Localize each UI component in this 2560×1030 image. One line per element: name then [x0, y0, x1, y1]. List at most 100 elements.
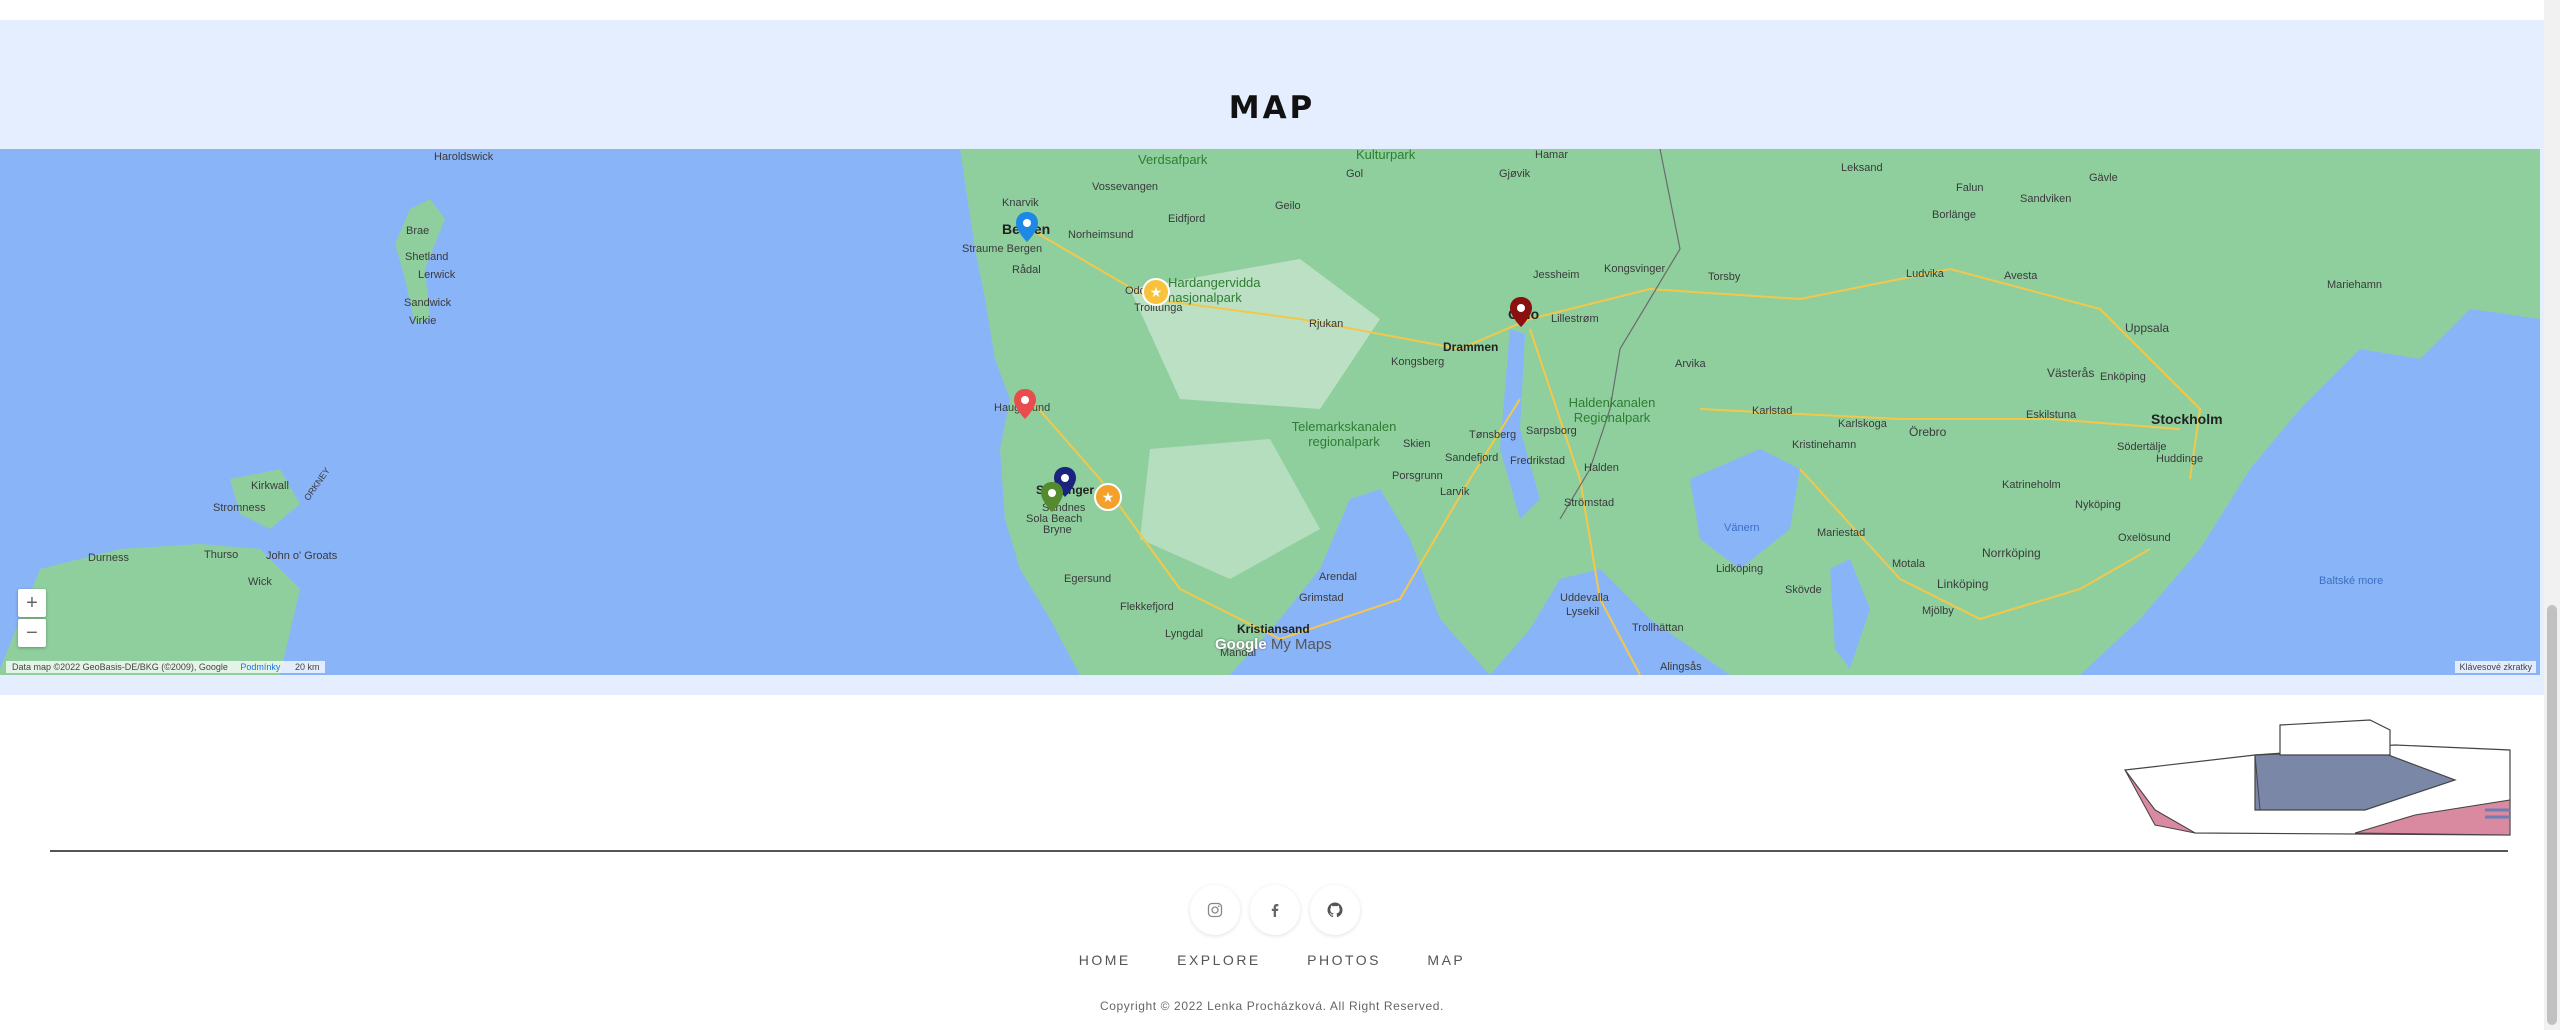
instagram-icon [1207, 902, 1223, 918]
place-label: Haroldswick [434, 151, 494, 163]
place-label: Rjukan [1309, 318, 1344, 330]
boat-illustration [2123, 719, 2511, 836]
hiking-marker[interactable]: ★ [1142, 278, 1170, 306]
place-label: Lillestrøm [1551, 313, 1599, 325]
nav-explore[interactable]: EXPLORE [1177, 952, 1261, 968]
scale-label: 20 km [294, 662, 320, 672]
footer-divider [50, 850, 2508, 852]
instagram-link[interactable] [1190, 885, 1240, 935]
place-label: Telemarkskanalen regionalpark [1291, 419, 1397, 449]
google-logo: Google [1215, 636, 1267, 653]
footer-nav: HOME EXPLORE PHOTOS MAP [0, 952, 2544, 968]
nav-map[interactable]: MAP [1427, 952, 1465, 968]
place-label: Haldenkanalen Regionalpark [1568, 395, 1656, 425]
place-label: Grimstad [1299, 592, 1344, 604]
place-label: Enköping [2100, 371, 2146, 383]
place-label: Porsgrunn [1392, 470, 1443, 482]
place-label: Kulturpark [1356, 149, 1416, 162]
facebook-icon [1271, 904, 1279, 917]
my-maps-branding: Google My Maps [1215, 636, 1332, 653]
place-label: Mariestad [1817, 527, 1866, 539]
place-label: Larvik [1440, 486, 1470, 498]
place-label: Norheimsund [1068, 229, 1134, 241]
place-label: Lyngdal [1165, 628, 1204, 640]
scrollbar-thumb[interactable] [2547, 605, 2557, 1025]
nav-home[interactable]: HOME [1079, 952, 1131, 968]
place-label: Kristiansand [1237, 622, 1310, 636]
place-label: Falun [1956, 182, 1984, 194]
place-label: Gävle [2089, 172, 2118, 184]
place-label: Eidfjord [1168, 213, 1206, 225]
place-label: Brae [406, 225, 430, 237]
place-label: Lysekil [1566, 606, 1600, 618]
place-label: Skövde [1785, 584, 1822, 596]
place-label: Uppsala [2125, 321, 2170, 335]
place-label: Kristinehamn [1792, 439, 1857, 451]
hiking-marker[interactable]: ★ [1094, 483, 1122, 511]
map-pin[interactable] [1510, 297, 1532, 327]
place-label: Skien [1403, 438, 1431, 450]
facebook-link[interactable] [1250, 885, 1300, 935]
place-label: Torsby [1708, 271, 1741, 283]
place-label: Stockholm [2151, 411, 2223, 427]
place-label: Motala [1892, 558, 1926, 570]
place-label: Gol [1346, 168, 1364, 180]
place-label: Arvika [1675, 358, 1706, 370]
place-label: Nyköping [2075, 499, 2121, 511]
map-attribution: Data map ©2022 GeoBasis-DE/BKG (©2009), … [6, 661, 326, 673]
place-label: Kongsberg [1391, 356, 1445, 368]
place-label: Ludvika [1906, 268, 1944, 280]
zoom-in-button[interactable]: + [18, 589, 46, 617]
copyright-text: Copyright © 2022 Lenka Procházková. All … [1099, 999, 1444, 1013]
place-label: Geilo [1275, 200, 1301, 212]
github-icon [1327, 902, 1343, 918]
place-label: Virkie [409, 315, 437, 327]
place-label: Kirkwall [251, 480, 289, 492]
top-bar [0, 0, 2544, 20]
place-label: Leksand [1841, 162, 1883, 174]
place-label: Sandefjord [1445, 452, 1499, 464]
sea-label: Baltské more [2319, 575, 2384, 587]
place-label: Hardangervidda nasjonalpark [1168, 275, 1261, 305]
place-label: Hamar [1535, 149, 1569, 161]
place-label: Västerås [2047, 366, 2095, 380]
zoom-out-button[interactable]: − [18, 619, 46, 647]
nav-photos[interactable]: PHOTOS [1307, 952, 1381, 968]
scrollbar[interactable] [2544, 0, 2560, 1030]
place-label: Verdsafpark [1138, 152, 1208, 167]
place-label: Knarvik [1002, 197, 1039, 209]
place-label: Vossevangen [1092, 181, 1159, 193]
place-label: Tønsberg [1469, 429, 1517, 441]
place-label: Karlskoga [1838, 418, 1887, 430]
place-label: Shetland [405, 251, 449, 263]
place-label: Lerwick [418, 269, 456, 281]
place-label: Oxelösund [2118, 532, 2171, 544]
my-maps-label: My Maps [1270, 636, 1332, 653]
place-label: Avesta [2004, 270, 2038, 282]
place-label: Mjölby [1922, 605, 1954, 617]
place-label: Arendal [1319, 571, 1357, 583]
terms-link[interactable]: Podmínky [240, 662, 280, 672]
map-pin[interactable] [1014, 389, 1036, 419]
map-section: MAP Haroldswick Brae Shetland Lerwick Sa… [0, 20, 2544, 695]
place-label: Alingsås [1660, 661, 1702, 673]
place-label: Durness [88, 552, 129, 564]
place-label: Jessheim [1533, 269, 1580, 281]
place-label: Bryne [1043, 524, 1072, 536]
map-pin[interactable] [1016, 212, 1038, 242]
place-label: Egersund [1064, 573, 1112, 585]
github-link[interactable] [1310, 885, 1360, 935]
place-label: Eskilstuna [2026, 409, 2077, 421]
embedded-map[interactable]: Haroldswick Brae Shetland Lerwick Sandwi… [0, 149, 2540, 675]
section-title: MAP [1228, 90, 1316, 126]
place-label: Fredrikstad [1510, 455, 1566, 467]
map-pin[interactable] [1041, 482, 1063, 512]
place-label: Huddinge [2156, 453, 2204, 465]
place-label: Lidköping [1716, 563, 1764, 575]
keyboard-shortcuts-link[interactable]: Klávesové zkratky [2455, 661, 2536, 673]
place-label: Sandwick [404, 297, 452, 309]
place-label: Halden [1584, 462, 1619, 474]
place-label: Strömstad [1564, 497, 1615, 509]
place-label: Straume Bergen [962, 243, 1043, 255]
place-label: Sandviken [2020, 193, 2072, 205]
